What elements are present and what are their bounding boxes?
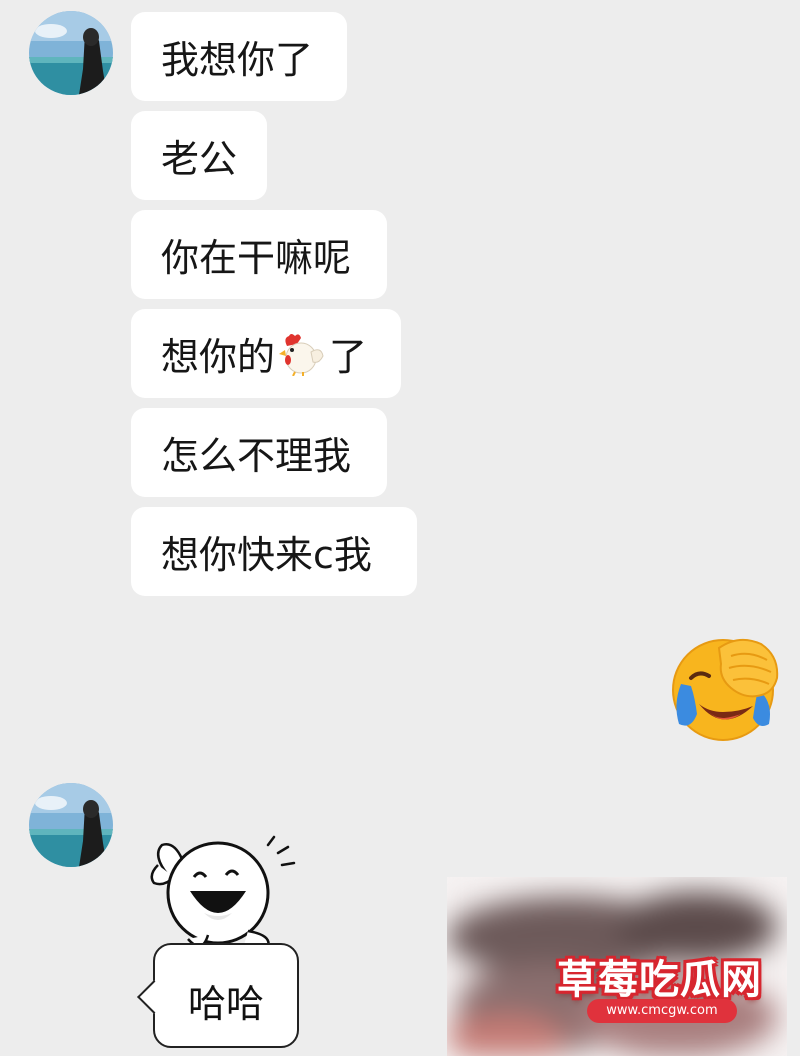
message-text: 老公 bbox=[161, 137, 238, 181]
sticker-caption-text: 哈哈 bbox=[187, 982, 264, 1026]
message-bubble[interactable]: 你在干嘛呢 bbox=[131, 210, 387, 299]
message-bubble[interactable]: 想你快来c我 bbox=[131, 507, 417, 596]
rooster-emoji-icon bbox=[279, 333, 324, 376]
contact-avatar[interactable] bbox=[29, 783, 113, 867]
contact-avatar[interactable] bbox=[29, 11, 113, 95]
message-text: 你在干嘛呢 bbox=[161, 236, 352, 280]
site-watermark: 草莓吃瓜网 www.cmcgw.com bbox=[547, 947, 772, 1037]
laughing-crying-emoji-icon[interactable] bbox=[669, 634, 781, 742]
message-text: 想你快来c我 bbox=[161, 533, 372, 577]
blurred-image-message[interactable]: 草莓吃瓜网 www.cmcgw.com bbox=[447, 877, 787, 1056]
message-bubble[interactable]: 我想你了 bbox=[131, 12, 347, 101]
message-bubble[interactable]: 想你的 了 bbox=[131, 309, 401, 398]
watermark-title: 草莓吃瓜网 bbox=[557, 957, 762, 1003]
message-bubble[interactable]: 怎么不理我 bbox=[131, 408, 387, 497]
message-text: 怎么不理我 bbox=[161, 434, 352, 478]
watermark-url: www.cmcgw.com bbox=[587, 999, 737, 1023]
sticker-caption-bubble[interactable]: 哈哈 bbox=[137, 943, 299, 1048]
message-bubble[interactable]: 老公 bbox=[131, 111, 267, 200]
message-text: 我想你了 bbox=[161, 38, 314, 82]
message-text: 了 bbox=[329, 335, 368, 379]
message-text: 想你的 bbox=[161, 335, 276, 379]
